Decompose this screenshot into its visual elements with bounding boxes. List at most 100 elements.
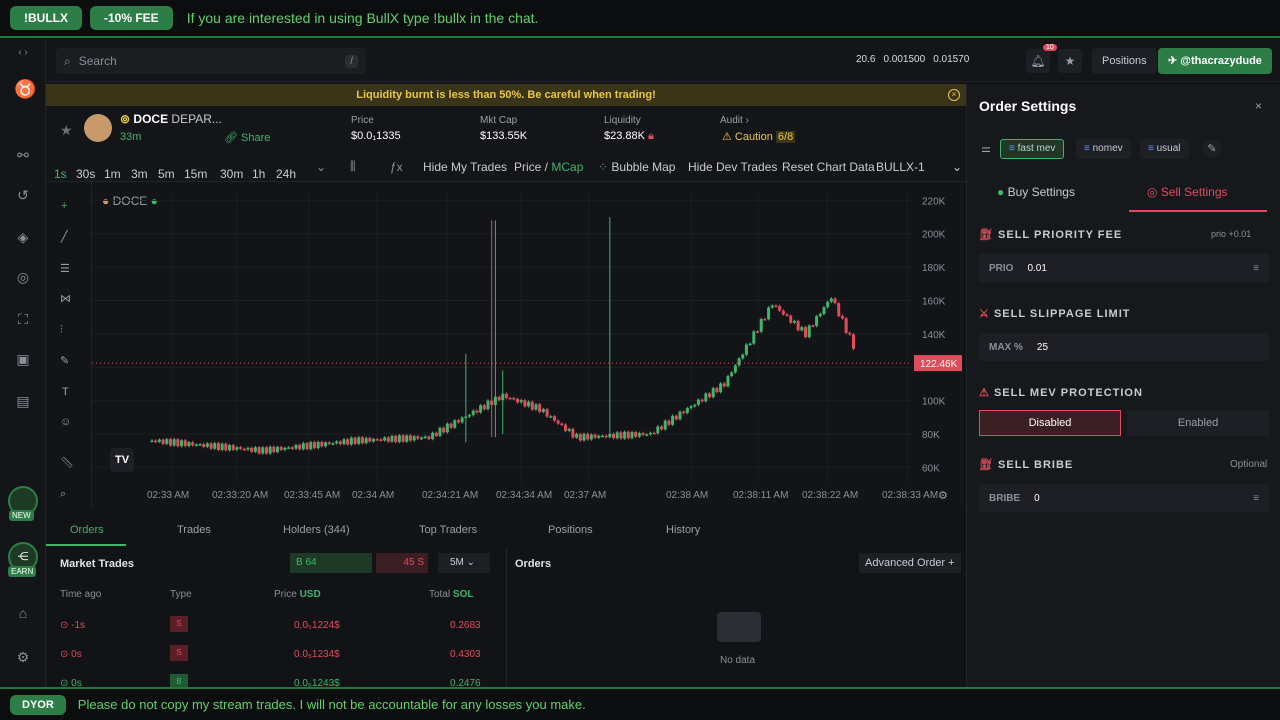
notification-badge: 10: [1043, 44, 1057, 51]
compass-icon[interactable]: ◎: [14, 268, 32, 286]
order-settings-title: Order Settings: [979, 98, 1077, 114]
bell-icon[interactable]: 🔔︎: [1026, 49, 1050, 73]
brush-icon[interactable]: ✎: [60, 354, 69, 367]
share-button[interactable]: 🔗︎ Share: [224, 131, 270, 144]
timeframe-5m[interactable]: 5m: [158, 167, 175, 181]
advanced-order-button[interactable]: Advanced Order +: [859, 553, 961, 573]
search-input[interactable]: Search: [79, 54, 117, 68]
tab-orders[interactable]: Orders: [70, 524, 104, 536]
close-warning-icon[interactable]: ×: [948, 89, 960, 101]
chart-toolbar: 1s 30s 1m 3m 5m 15m 30m 1h 24h ⌄ ⫼ ƒx Hide My Tr…: [46, 152, 966, 182]
preset-nomev[interactable]: ≡ nomev: [1076, 139, 1131, 159]
reset-chart-data[interactable]: Reset Chart Data: [782, 160, 875, 174]
ruler-icon[interactable]: 📏︎: [60, 456, 74, 469]
bribe-input[interactable]: 0: [1034, 493, 1040, 504]
tab-holders[interactable]: Holders (344): [283, 524, 350, 536]
tab-history[interactable]: History: [666, 524, 700, 536]
timeframe-1h[interactable]: 1h: [252, 167, 265, 181]
mev-enabled-button[interactable]: Enabled: [1127, 410, 1269, 436]
price-mcap-toggle[interactable]: Price / MCap: [514, 160, 583, 174]
timeframe-1s[interactable]: 1s: [54, 167, 67, 181]
pattern-icon[interactable]: ⋈: [60, 292, 71, 305]
candle: [364, 437, 368, 444]
preset-fast-mev[interactable]: ≡ fast mev: [1000, 139, 1065, 159]
emoji-icon[interactable]: ☺: [60, 416, 71, 428]
sell-settings-tab[interactable]: ◎ Sell Settings: [1147, 185, 1228, 199]
audit-label[interactable]: Audit ›: [720, 115, 749, 126]
candle: [253, 447, 257, 452]
timeframe-1m[interactable]: 1m: [104, 167, 121, 181]
chart-settings-icon[interactable]: ⚙: [938, 489, 948, 502]
slippage-input[interactable]: 25: [1037, 342, 1048, 353]
hide-dev-trades[interactable]: Hide Dev Trades: [688, 160, 777, 174]
timeframe-24h[interactable]: 24h: [276, 167, 296, 181]
candle: [741, 354, 745, 359]
layout-select[interactable]: BULLX-1 ⌄: [876, 160, 962, 174]
left-sidebar: ‹ › ♉ ⚯ ↺ ◈ ◎ ⛶ ▣ ▤ NEW ⋲ EARN ⌂ ⚙: [0, 40, 46, 687]
wallet-icon[interactable]: ▤: [14, 392, 32, 410]
prio-input[interactable]: 0.01: [1027, 263, 1046, 274]
timeframe-30m[interactable]: 30m: [220, 167, 243, 181]
prio-field[interactable]: PRIO 0.01 ≡: [979, 254, 1269, 282]
candle: [560, 423, 564, 426]
candle: [737, 358, 741, 366]
bribe-field[interactable]: BRIBE 0 ≡: [979, 484, 1269, 512]
briefcase-icon[interactable]: ▣: [14, 350, 32, 368]
y-tick-label: 160K: [922, 296, 946, 307]
candle: [346, 439, 350, 445]
favorite-star-icon[interactable]: ★: [60, 122, 73, 139]
search-bar[interactable]: ⌕ Search /: [56, 48, 366, 74]
timeframe-dropdown-icon[interactable]: ⌄: [316, 160, 326, 174]
scan-icon[interactable]: ⛶: [14, 310, 32, 328]
telegram-button[interactable]: ✈ @thacrazydude: [1158, 48, 1272, 74]
candlestick-chart[interactable]: 220K200K180K160K140K120K100K80K60K02:33 …: [92, 182, 966, 508]
candle-type-icon[interactable]: ⫼: [350, 159, 356, 174]
candle: [161, 439, 165, 444]
close-icon[interactable]: ×: [1255, 99, 1262, 113]
trendline-icon[interactable]: ╱: [61, 230, 68, 243]
prio-menu-icon[interactable]: ≡: [1253, 263, 1259, 274]
candle: [767, 307, 771, 320]
timeframe-30s[interactable]: 30s: [76, 167, 95, 181]
graduation-icon[interactable]: ⌂: [14, 604, 32, 622]
link-icon[interactable]: ⚯: [14, 146, 32, 164]
candle: [379, 439, 383, 441]
text-tool-icon[interactable]: T: [62, 386, 69, 398]
tab-top-traders[interactable]: Top Traders: [419, 524, 477, 536]
timeframe-15m[interactable]: 15m: [184, 167, 207, 181]
hide-my-trades[interactable]: Hide My Trades: [423, 160, 507, 174]
x-tick-label: 02:38:11 AM: [733, 490, 788, 501]
timeframe-3m[interactable]: 3m: [131, 167, 148, 181]
fib-icon[interactable]: ☰: [60, 262, 70, 275]
buy-settings-tab[interactable]: ● Buy Settings: [997, 185, 1075, 199]
bullx-pill: !BULLX: [10, 6, 82, 30]
pill-icon[interactable]: ◈: [14, 228, 32, 246]
edit-icon[interactable]: ✎: [1203, 140, 1221, 158]
sliders-icon[interactable]: ⚌: [981, 142, 991, 155]
bull-logo-icon[interactable]: ♉: [14, 80, 36, 98]
slippage-field[interactable]: MAX % 25: [979, 333, 1269, 361]
collapse-icon[interactable]: ‹ ›: [14, 44, 32, 62]
projection-icon[interactable]: ⫶: [60, 324, 63, 337]
zoom-icon[interactable]: ⌕: [60, 488, 66, 501]
star-icon[interactable]: ★: [1058, 49, 1082, 73]
preset-usual[interactable]: ≡ usual: [1140, 139, 1189, 159]
gear-icon[interactable]: ⚙: [14, 648, 32, 666]
positions-button[interactable]: Positions: [1092, 48, 1157, 74]
candle: [840, 316, 844, 319]
candle: [637, 432, 641, 437]
bribe-menu-icon[interactable]: ≡: [1253, 493, 1259, 504]
tab-trades[interactable]: Trades: [177, 524, 211, 536]
candle: [597, 435, 601, 438]
mev-disabled-button[interactable]: Disabled: [979, 410, 1121, 436]
history-icon[interactable]: ↺: [14, 186, 32, 204]
x-tick-label: 02:34 AM: [352, 490, 394, 501]
candle: [390, 435, 394, 442]
crosshair-icon[interactable]: +: [61, 200, 67, 212]
price-chart[interactable]: + ╱ ☰ ⋈ ⫶ ✎ T ☺ 📏︎ ⌕ ● DOCE ● 220K 200K 18…: [46, 182, 966, 508]
indicator-icon[interactable]: ƒx: [390, 160, 403, 174]
tab-positions[interactable]: Positions: [548, 524, 593, 536]
candle: [822, 307, 826, 315]
bubble-map[interactable]: ⁘ Bubble Map: [598, 160, 675, 174]
interval-select[interactable]: 5M ⌄: [438, 553, 490, 573]
